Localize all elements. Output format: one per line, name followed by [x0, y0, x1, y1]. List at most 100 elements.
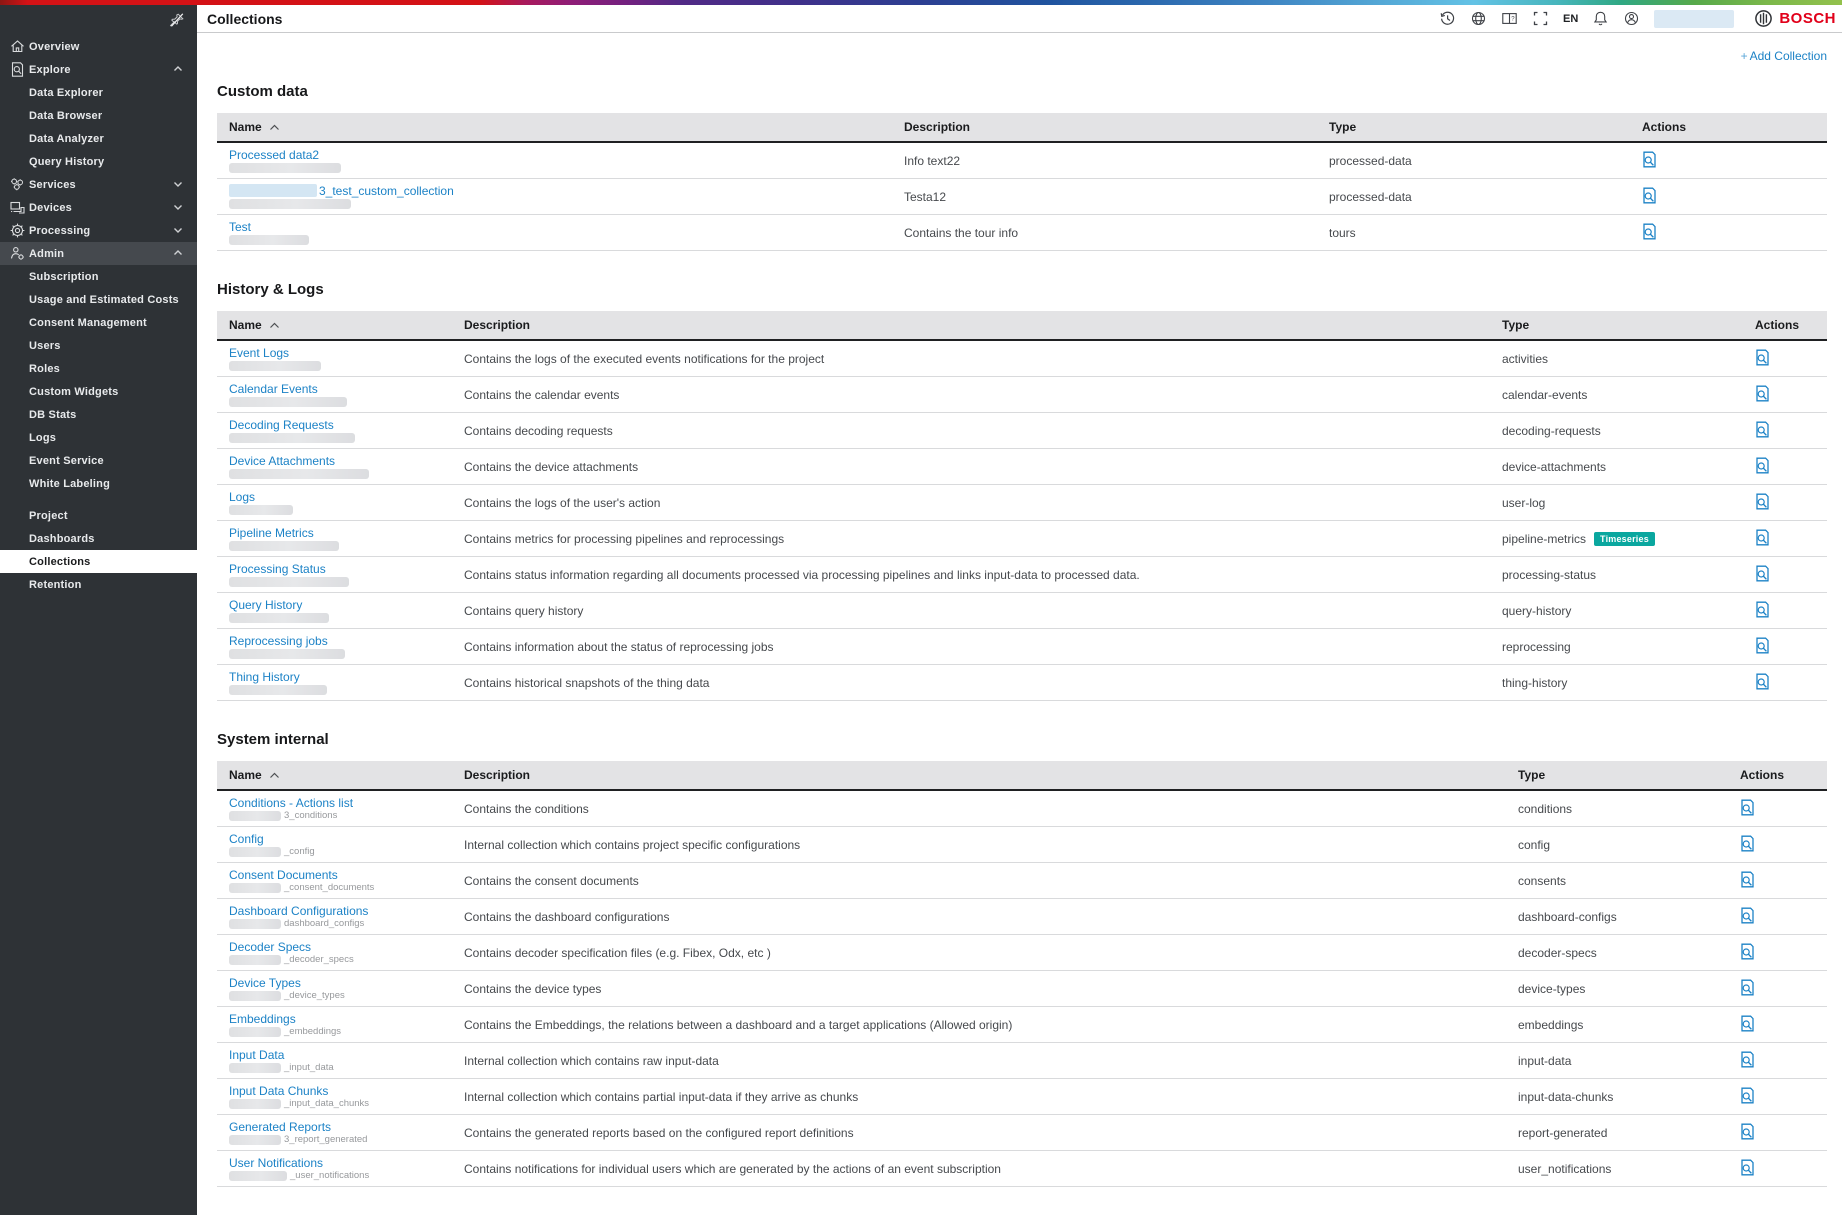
view-documents-button[interactable]: [1740, 1050, 1756, 1068]
sidebar-item-data-analyzer[interactable]: Data Analyzer: [0, 127, 197, 150]
sidebar-item-custom-widgets[interactable]: Custom Widgets: [0, 380, 197, 403]
type-value: consents: [1518, 874, 1566, 888]
section-custom-data: Custom data Name Description Type Action…: [217, 83, 1827, 251]
sidebar-item-consent-management[interactable]: Consent Management: [0, 311, 197, 334]
collection-link[interactable]: Decoding Requests: [229, 419, 334, 431]
sidebar-item-query-history[interactable]: Query History: [0, 150, 197, 173]
sidebar-item-data-explorer[interactable]: Data Explorer: [0, 81, 197, 104]
collection-link[interactable]: 3_test_custom_collection: [319, 185, 454, 197]
collection-link[interactable]: Input Data: [229, 1049, 284, 1061]
type-value: activities: [1502, 352, 1548, 366]
sidebar-item-processing[interactable]: Processing: [0, 219, 197, 242]
collection-link[interactable]: Consent Documents: [229, 869, 338, 881]
collection-link[interactable]: Dashboard Configurations: [229, 905, 368, 917]
view-documents-button[interactable]: [1755, 348, 1771, 366]
sidebar-item-data-browser[interactable]: Data Browser: [0, 104, 197, 127]
globe-icon[interactable]: [1470, 10, 1487, 27]
sidebar-item-roles[interactable]: Roles: [0, 357, 197, 380]
column-header-name[interactable]: Name: [217, 120, 892, 134]
column-header-name[interactable]: Name: [217, 768, 452, 782]
sidebar-item-devices[interactable]: Devices: [0, 196, 197, 219]
type-value: processing-status: [1502, 568, 1596, 582]
description-cell: Testa12: [892, 190, 1317, 204]
view-documents-button[interactable]: [1755, 384, 1771, 402]
chevron-down-icon: [172, 201, 184, 213]
collection-link[interactable]: Thing History: [229, 671, 300, 683]
collection-link[interactable]: Config: [229, 833, 264, 845]
sidebar-item-db-stats[interactable]: DB Stats: [0, 403, 197, 426]
notifications-bell-icon[interactable]: [1592, 10, 1609, 27]
collection-link[interactable]: Processed data2: [229, 149, 319, 161]
collection-link[interactable]: Reprocessing jobs: [229, 635, 328, 647]
view-documents-button[interactable]: [1755, 564, 1771, 582]
view-documents-button[interactable]: [1740, 942, 1756, 960]
add-collection-button[interactable]: +Add Collection: [1741, 49, 1827, 63]
collection-link[interactable]: Embeddings: [229, 1013, 296, 1025]
view-documents-button[interactable]: [1740, 906, 1756, 924]
view-documents-button[interactable]: [1740, 870, 1756, 888]
sidebar-item-overview[interactable]: Overview: [0, 35, 197, 58]
table-row: Processed data2 Info text22 processed-da…: [217, 143, 1827, 179]
collection-link[interactable]: User Notifications: [229, 1157, 323, 1169]
description-cell: Contains historical snapshots of the thi…: [452, 676, 1490, 690]
view-documents-button[interactable]: [1740, 1122, 1756, 1140]
sidebar-item-users[interactable]: Users: [0, 334, 197, 357]
language-selector[interactable]: EN: [1563, 13, 1578, 25]
view-documents-button[interactable]: [1755, 672, 1771, 690]
collection-id-subtext: _input_data_chunks: [284, 1099, 369, 1109]
type-value: query-history: [1502, 604, 1571, 618]
column-header-actions: Actions: [1728, 768, 1827, 782]
collection-link[interactable]: Device Types: [229, 977, 301, 989]
view-documents-button[interactable]: [1740, 1014, 1756, 1032]
sidebar-item-dashboards[interactable]: Dashboards: [0, 527, 197, 550]
collection-link[interactable]: Device Attachments: [229, 455, 335, 467]
view-documents-button[interactable]: [1755, 456, 1771, 474]
collection-link[interactable]: Logs: [229, 491, 255, 503]
sidebar-item-collections[interactable]: Collections: [0, 550, 197, 573]
history-icon[interactable]: [1439, 10, 1456, 27]
view-documents-button[interactable]: [1642, 150, 1658, 168]
sidebar-item-explore[interactable]: Explore: [0, 58, 197, 81]
sidebar-item-event-service[interactable]: Event Service: [0, 449, 197, 472]
view-documents-button[interactable]: [1740, 834, 1756, 852]
collection-link[interactable]: Query History: [229, 599, 302, 611]
collection-link[interactable]: Input Data Chunks: [229, 1085, 328, 1097]
collection-link[interactable]: Decoder Specs: [229, 941, 311, 953]
view-documents-button[interactable]: [1755, 420, 1771, 438]
collection-link[interactable]: Processing Status: [229, 563, 326, 575]
account-icon[interactable]: [1623, 10, 1640, 27]
view-documents-button[interactable]: [1642, 186, 1658, 204]
fullscreen-icon[interactable]: [1532, 10, 1549, 27]
view-documents-button[interactable]: [1740, 1158, 1756, 1176]
collection-link[interactable]: Test: [229, 221, 251, 233]
collection-link[interactable]: Event Logs: [229, 347, 289, 359]
unpin-sidebar-icon[interactable]: [169, 10, 189, 30]
sidebar-item-white-labeling[interactable]: White Labeling: [0, 472, 197, 495]
table-row: Generated Reports 3_report_generated Con…: [217, 1115, 1827, 1151]
view-documents-button[interactable]: [1642, 222, 1658, 240]
collection-link[interactable]: Generated Reports: [229, 1121, 331, 1133]
collection-link[interactable]: Pipeline Metrics: [229, 527, 314, 539]
chevron-up-icon: [172, 247, 184, 259]
description-cell: Contains metrics for processing pipeline…: [452, 532, 1490, 546]
sidebar-item-usage-and-estimated-costs[interactable]: Usage and Estimated Costs: [0, 288, 197, 311]
view-documents-button[interactable]: [1740, 1086, 1756, 1104]
view-documents-button[interactable]: [1740, 978, 1756, 996]
sidebar-item-label: Query History: [29, 156, 104, 168]
view-documents-button[interactable]: [1755, 528, 1771, 546]
sidebar-item-admin[interactable]: Admin: [0, 242, 197, 265]
sidebar-item-subscription[interactable]: Subscription: [0, 265, 197, 288]
collection-link[interactable]: Conditions - Actions list: [229, 797, 353, 809]
sidebar-item-logs[interactable]: Logs: [0, 426, 197, 449]
help-panel-icon[interactable]: ?: [1501, 10, 1518, 27]
sidebar-item-services[interactable]: Services: [0, 173, 197, 196]
column-header-name[interactable]: Name: [217, 318, 452, 332]
view-documents-button[interactable]: [1740, 798, 1756, 816]
sidebar-item-project[interactable]: Project: [0, 504, 197, 527]
view-documents-button[interactable]: [1755, 636, 1771, 654]
name-cell: Test: [217, 221, 892, 245]
view-documents-button[interactable]: [1755, 600, 1771, 618]
collection-link[interactable]: Calendar Events: [229, 383, 318, 395]
view-documents-button[interactable]: [1755, 492, 1771, 510]
sidebar-item-retention[interactable]: Retention: [0, 573, 197, 596]
